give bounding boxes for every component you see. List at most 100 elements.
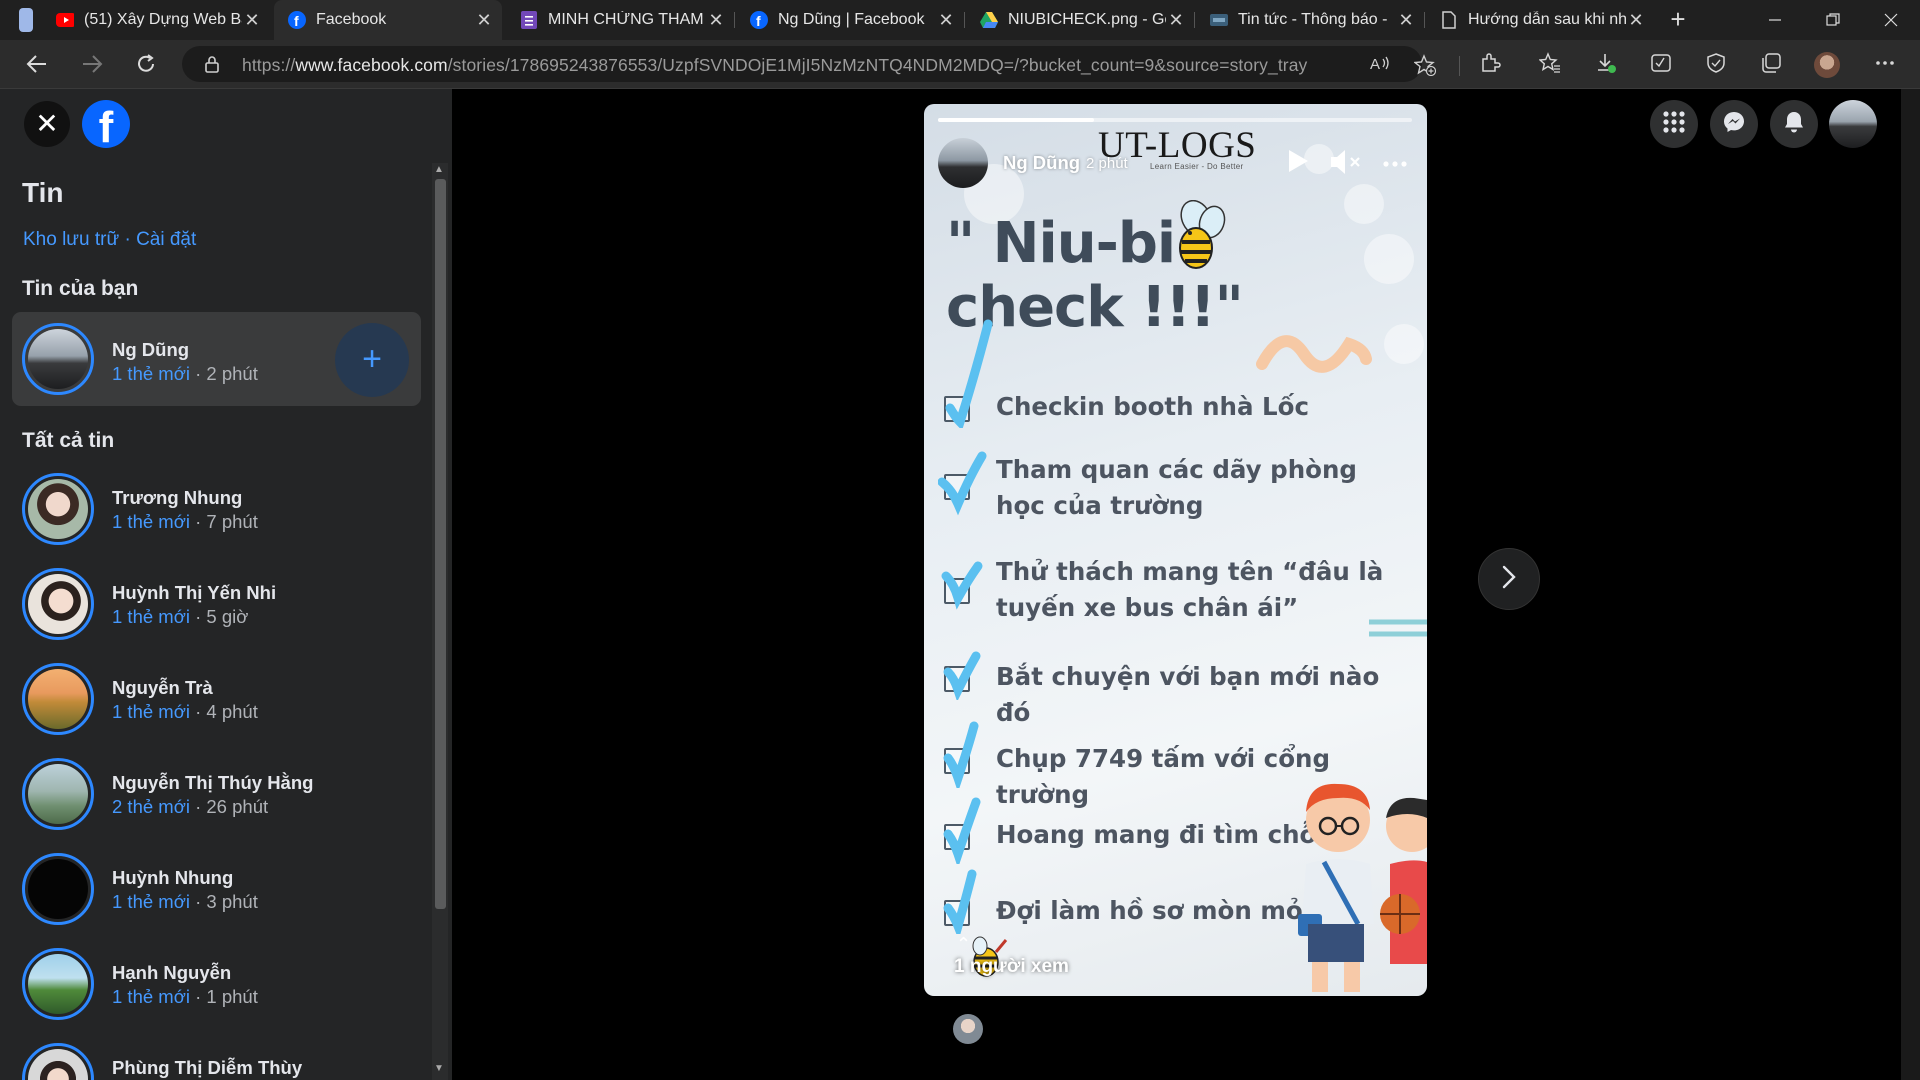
viewer-avatar[interactable] [953, 1014, 983, 1044]
checklist-text: Checkin booth nhà Lốc [996, 392, 1310, 421]
close-tab-icon[interactable]: ✕ [936, 10, 956, 31]
story-item-huynh-thi-yen-nhi[interactable]: Huỳnh Thị Yến Nhi 1 thẻ mới · 5 giờ [0, 562, 420, 650]
play-icon[interactable] [1286, 148, 1310, 179]
story-meta: 1 thẻ mới · 4 phút [112, 701, 258, 723]
checklist-item: Checkin booth nhà Lốc [944, 319, 1414, 430]
menu-grid-button[interactable] [1650, 100, 1698, 148]
lock-icon[interactable] [204, 55, 220, 78]
favorites-icon[interactable] [1538, 52, 1562, 76]
close-tab-icon[interactable]: ✕ [1396, 10, 1416, 31]
tab-facebook[interactable]: f Facebook ✕ [274, 0, 502, 40]
story-owner-name: Trương Nhung [112, 487, 243, 508]
url-text[interactable]: https://www.facebook.com/stories/1786952… [242, 55, 1307, 76]
math-solver-icon[interactable] [1649, 52, 1673, 76]
tab-title: Hướng dẫn sau khi nh [1468, 11, 1626, 28]
add-favorite-icon[interactable] [1413, 54, 1437, 77]
new-count: 1 thẻ mới [112, 511, 190, 532]
collections-icon[interactable] [1759, 52, 1783, 76]
extensions-icon[interactable] [1478, 52, 1502, 76]
viewers-count[interactable]: 1 người xem [954, 956, 1069, 978]
bee-icon [1179, 200, 1226, 269]
browser-profile-avatar[interactable] [1814, 52, 1840, 78]
tab-facebook-profile[interactable]: f Ng Dũng | Facebook ✕ [736, 0, 964, 40]
checkmark-icon [941, 561, 983, 610]
story-time: 2 phút [1086, 155, 1128, 172]
page-scrollbar[interactable] [1901, 89, 1920, 1080]
close-tab-icon[interactable]: ✕ [474, 10, 494, 31]
downloads-icon[interactable] [1594, 52, 1618, 76]
checklist-item: Thử thách mang tên “đâu là tuyến xe bus … [941, 554, 1414, 634]
more-options-icon[interactable] [1383, 156, 1407, 174]
story-time: · 26 phút [189, 796, 269, 817]
checklist-text: Tham quan các dãy phòng học của trường [996, 455, 1357, 520]
close-window-button[interactable] [1868, 6, 1914, 34]
forward-button[interactable] [77, 50, 107, 78]
read-aloud-icon[interactable]: A [1370, 54, 1392, 76]
my-story-item[interactable]: Ng Dũng 1 thẻ mới · 2 phút + [12, 312, 421, 406]
checkmark-icon [943, 797, 981, 864]
browser-toolbar: https://www.facebook.com/stories/1786952… [0, 40, 1920, 89]
more-options-icon[interactable] [1873, 52, 1897, 76]
avatar [22, 853, 94, 925]
close-stories-button[interactable]: ✕ [24, 101, 70, 147]
story-item-hanh-nguyen[interactable]: Hạnh Nguyễn 1 thẻ mới · 1 phút [0, 942, 420, 1030]
story-owner-name: Ng Dũng [112, 339, 190, 360]
close-tab-icon[interactable]: ✕ [706, 10, 726, 31]
svg-text:f: f [756, 13, 761, 29]
story-item-nguyen-tra[interactable]: Nguyễn Trà 1 thẻ mới · 4 phút [0, 657, 420, 745]
story-owner-name: Huỳnh Nhung [112, 867, 234, 888]
browser-essentials-icon[interactable] [1704, 52, 1728, 76]
tab-title: MINH CHỨNG THAM G [548, 11, 706, 28]
close-tab-icon[interactable]: ✕ [1166, 10, 1186, 31]
story-time: · 5 giờ [189, 606, 249, 627]
story-meta: 1 thẻ mới · 3 phút [112, 891, 258, 913]
scroll-up-arrow-icon[interactable]: ▲ [434, 164, 444, 175]
story-owner-name: Phùng Thị Diễm Thùy [112, 1057, 303, 1078]
tab-title: NIUBICHECK.png - Go [1008, 11, 1166, 28]
new-count: 1 thẻ mới [112, 891, 190, 912]
chevron-up-icon[interactable]: ⌃ [956, 934, 971, 955]
close-tab-icon[interactable]: ✕ [242, 10, 262, 31]
next-story-button[interactable] [1478, 548, 1540, 610]
address-bar[interactable]: https://www.facebook.com/stories/1786952… [182, 46, 1437, 82]
checklist-text: Bắt chuyện với bạn mới nào đó [996, 662, 1380, 727]
tab-guide[interactable]: Hướng dẫn sau khi nh ✕ [1426, 0, 1654, 40]
archive-settings-links[interactable]: Kho lưu trữ · Cài đặt [23, 229, 196, 251]
story-owner-name: Huỳnh Thị Yến Nhi [112, 582, 277, 603]
story-item-truong-nhung[interactable]: Trương Nhung 1 thẻ mới · 7 phút [0, 467, 420, 555]
story-item-phung-thi-diem-thuy[interactable]: Phùng Thị Diễm Thùy [0, 1037, 420, 1080]
new-tab-button[interactable]: + [1663, 6, 1693, 34]
messenger-button[interactable] [1710, 100, 1758, 148]
refresh-button[interactable] [131, 50, 161, 78]
facebook-logo[interactable]: f [82, 100, 130, 148]
vertical-tabs-icon[interactable] [19, 8, 33, 32]
story-item-huynh-nhung[interactable]: Huỳnh Nhung 1 thẻ mới · 3 phút [0, 847, 420, 935]
new-count: 1 thẻ mới [112, 701, 190, 722]
tab-youtube[interactable]: (51) Xây Dựng Web Bá ✕ [42, 0, 270, 40]
avatar[interactable] [938, 138, 988, 188]
checkmark-icon [945, 319, 993, 428]
muted-volume-icon[interactable] [1329, 148, 1363, 181]
story-progress-fill [938, 118, 1095, 122]
account-avatar[interactable] [1829, 100, 1877, 148]
story-owner-name[interactable]: Ng Dũng [1003, 152, 1080, 174]
tab-news[interactable]: Tin tức - Thông báo - ✕ [1196, 0, 1424, 40]
avatar [22, 323, 94, 395]
minimize-button[interactable] [1752, 6, 1798, 34]
notifications-button[interactable] [1770, 100, 1818, 148]
sidebar-scrollbar-thumb[interactable] [435, 179, 446, 909]
scroll-down-arrow-icon[interactable]: ▼ [434, 1063, 444, 1074]
avatar [22, 568, 94, 640]
tab-title: Facebook [316, 11, 387, 28]
add-story-button[interactable]: + [335, 323, 409, 397]
checklist-item: Bắt chuyện với bạn mới nào đó [943, 651, 1414, 727]
tab-forms[interactable]: MINH CHỨNG THAM G ✕ [506, 0, 734, 40]
story-item-nguyen-thi-thuy-hang[interactable]: Nguyễn Thị Thúy Hằng 2 thẻ mới · 26 phút [0, 752, 420, 840]
new-count: 1 thẻ mới [112, 986, 190, 1007]
close-tab-icon[interactable]: ✕ [1626, 10, 1646, 31]
back-button[interactable] [22, 50, 52, 78]
story-viewer[interactable]: UT-LOGS Learn Easier - Do Better Ng Dũng… [924, 104, 1427, 996]
story-owner-name: Nguyễn Trà [112, 677, 213, 698]
restore-button[interactable] [1810, 6, 1856, 34]
tab-google-drive[interactable]: NIUBICHECK.png - Go ✕ [966, 0, 1194, 40]
